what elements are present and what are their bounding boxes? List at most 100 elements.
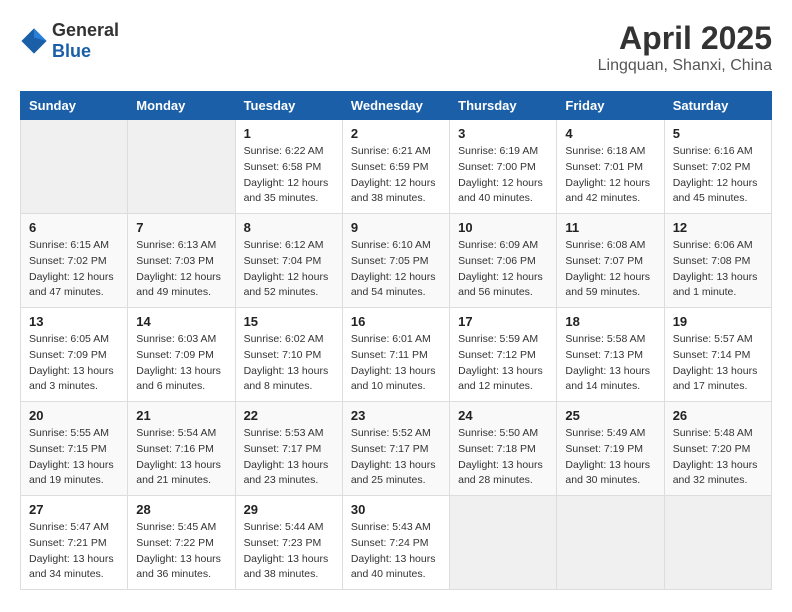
calendar-cell: 20 Sunrise: 5:55 AMSunset: 7:15 PMDayligh… [21,402,128,496]
weekday-header: Monday [128,92,235,120]
calendar-cell: 10Sunrise: 6:09 AMSunset: 7:06 PMDayligh… [450,214,557,308]
location-title: Lingquan, Shanxi, China [598,57,772,75]
weekday-header: Saturday [664,92,771,120]
calendar-week-row: 27 Sunrise: 5:47 AMSunset: 7:21 PMDayligh… [21,496,772,590]
day-info: Sunrise: 5:58 AMSunset: 7:13 PMDaylight:… [565,332,655,395]
calendar-table: SundayMondayTuesdayWednesdayThursdayFrid… [20,91,772,590]
day-info: Sunrise: 5:48 AMSunset: 7:20 PMDaylight:… [673,426,763,489]
weekday-header: Tuesday [235,92,342,120]
weekday-header: Sunday [21,92,128,120]
day-info: Sunrise: 5:50 AMSunset: 7:18 PMDaylight:… [458,426,548,489]
day-number: 24 [458,408,548,423]
day-info: Sunrise: 6:21 AMSunset: 6:59 PMDaylight:… [351,144,441,207]
day-info: Sunrise: 6:16 AMSunset: 7:02 PMDaylight:… [673,144,763,207]
day-info: Sunrise: 5:52 AMSunset: 7:17 PMDaylight:… [351,426,441,489]
calendar-cell: 26 Sunrise: 5:48 AMSunset: 7:20 PMDayligh… [664,402,771,496]
calendar-cell: 18 Sunrise: 5:58 AMSunset: 7:13 PMDayligh… [557,308,664,402]
day-number: 17 [458,314,548,329]
month-title: April 2025 [598,20,772,57]
calendar-cell: 24 Sunrise: 5:50 AMSunset: 7:18 PMDayligh… [450,402,557,496]
calendar-week-row: 6 Sunrise: 6:15 AMSunset: 7:02 PMDaylight… [21,214,772,308]
calendar-cell: 5Sunrise: 6:16 AMSunset: 7:02 PMDaylight… [664,120,771,214]
calendar-cell [664,496,771,590]
calendar-cell: 13 Sunrise: 6:05 AMSunset: 7:09 PMDayligh… [21,308,128,402]
weekday-header: Thursday [450,92,557,120]
day-info: Sunrise: 5:59 AMSunset: 7:12 PMDaylight:… [458,332,548,395]
calendar-cell: 30 Sunrise: 5:43 AMSunset: 7:24 PMDayligh… [342,496,449,590]
day-number: 28 [136,502,226,517]
day-info: Sunrise: 6:06 AMSunset: 7:08 PMDaylight:… [673,238,763,301]
calendar-cell: 7Sunrise: 6:13 AMSunset: 7:03 PMDaylight… [128,214,235,308]
weekday-header-row: SundayMondayTuesdayWednesdayThursdayFrid… [21,92,772,120]
day-info: Sunrise: 6:05 AMSunset: 7:09 PMDaylight:… [29,332,119,395]
calendar-cell: 4Sunrise: 6:18 AMSunset: 7:01 PMDaylight… [557,120,664,214]
logo-icon [20,27,48,55]
day-number: 6 [29,220,119,235]
day-number: 25 [565,408,655,423]
day-number: 18 [565,314,655,329]
day-info: Sunrise: 6:08 AMSunset: 7:07 PMDaylight:… [565,238,655,301]
logo: General Blue [20,20,119,62]
calendar-cell: 27 Sunrise: 5:47 AMSunset: 7:21 PMDayligh… [21,496,128,590]
day-number: 16 [351,314,441,329]
day-number: 26 [673,408,763,423]
calendar-cell: 23 Sunrise: 5:52 AMSunset: 7:17 PMDayligh… [342,402,449,496]
title-block: April 2025 Lingquan, Shanxi, China [598,20,772,75]
day-number: 22 [244,408,334,423]
calendar-cell: 15 Sunrise: 6:02 AMSunset: 7:10 PMDayligh… [235,308,342,402]
day-info: Sunrise: 5:54 AMSunset: 7:16 PMDaylight:… [136,426,226,489]
day-number: 7 [136,220,226,235]
day-info: Sunrise: 5:45 AMSunset: 7:22 PMDaylight:… [136,520,226,583]
weekday-header: Wednesday [342,92,449,120]
day-number: 27 [29,502,119,517]
calendar-cell: 1Sunrise: 6:22 AMSunset: 6:58 PMDaylight… [235,120,342,214]
day-number: 20 [29,408,119,423]
day-number: 9 [351,220,441,235]
calendar-week-row: 20 Sunrise: 5:55 AMSunset: 7:15 PMDayligh… [21,402,772,496]
day-number: 2 [351,126,441,141]
day-number: 30 [351,502,441,517]
calendar-cell: 2 Sunrise: 6:21 AMSunset: 6:59 PMDaylight… [342,120,449,214]
calendar-cell: 3Sunrise: 6:19 AMSunset: 7:00 PMDaylight… [450,120,557,214]
calendar-cell [21,120,128,214]
calendar-cell [128,120,235,214]
calendar-cell: 19Sunrise: 5:57 AMSunset: 7:14 PMDayligh… [664,308,771,402]
day-number: 29 [244,502,334,517]
day-info: Sunrise: 6:19 AMSunset: 7:00 PMDaylight:… [458,144,548,207]
day-number: 21 [136,408,226,423]
day-info: Sunrise: 5:44 AMSunset: 7:23 PMDaylight:… [244,520,334,583]
day-number: 14 [136,314,226,329]
day-number: 23 [351,408,441,423]
calendar-cell: 9 Sunrise: 6:10 AMSunset: 7:05 PMDaylight… [342,214,449,308]
page-header: General Blue April 2025 Lingquan, Shanxi… [20,20,772,75]
day-number: 10 [458,220,548,235]
day-number: 15 [244,314,334,329]
day-number: 8 [244,220,334,235]
day-info: Sunrise: 6:10 AMSunset: 7:05 PMDaylight:… [351,238,441,301]
day-info: Sunrise: 5:55 AMSunset: 7:15 PMDaylight:… [29,426,119,489]
calendar-cell [557,496,664,590]
day-info: Sunrise: 5:53 AMSunset: 7:17 PMDaylight:… [244,426,334,489]
day-number: 13 [29,314,119,329]
day-info: Sunrise: 6:22 AMSunset: 6:58 PMDaylight:… [244,144,334,207]
calendar-cell: 28 Sunrise: 5:45 AMSunset: 7:22 PMDayligh… [128,496,235,590]
calendar-body: 1Sunrise: 6:22 AMSunset: 6:58 PMDaylight… [21,120,772,590]
calendar-cell: 8Sunrise: 6:12 AMSunset: 7:04 PMDaylight… [235,214,342,308]
logo-blue-text: Blue [52,41,91,61]
day-number: 19 [673,314,763,329]
day-info: Sunrise: 6:02 AMSunset: 7:10 PMDaylight:… [244,332,334,395]
calendar-week-row: 1Sunrise: 6:22 AMSunset: 6:58 PMDaylight… [21,120,772,214]
calendar-cell: 22 Sunrise: 5:53 AMSunset: 7:17 PMDayligh… [235,402,342,496]
day-info: Sunrise: 5:43 AMSunset: 7:24 PMDaylight:… [351,520,441,583]
day-info: Sunrise: 6:18 AMSunset: 7:01 PMDaylight:… [565,144,655,207]
calendar-cell: 11 Sunrise: 6:08 AMSunset: 7:07 PMDayligh… [557,214,664,308]
calendar-cell: 6 Sunrise: 6:15 AMSunset: 7:02 PMDaylight… [21,214,128,308]
calendar-week-row: 13 Sunrise: 6:05 AMSunset: 7:09 PMDayligh… [21,308,772,402]
calendar-cell: 12Sunrise: 6:06 AMSunset: 7:08 PMDayligh… [664,214,771,308]
day-number: 11 [565,220,655,235]
calendar-cell: 17 Sunrise: 5:59 AMSunset: 7:12 PMDayligh… [450,308,557,402]
weekday-header: Friday [557,92,664,120]
day-info: Sunrise: 6:15 AMSunset: 7:02 PMDaylight:… [29,238,119,301]
day-info: Sunrise: 6:01 AMSunset: 7:11 PMDaylight:… [351,332,441,395]
day-info: Sunrise: 5:47 AMSunset: 7:21 PMDaylight:… [29,520,119,583]
